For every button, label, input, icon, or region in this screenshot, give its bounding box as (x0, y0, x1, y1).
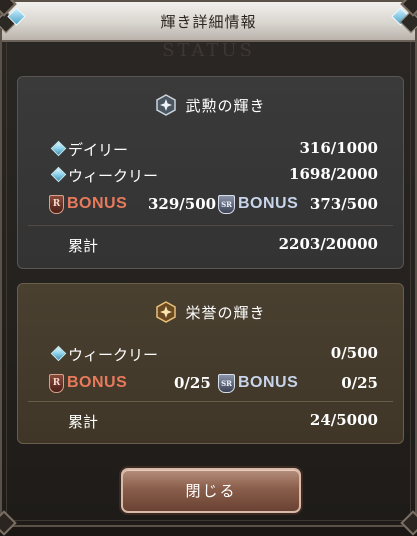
r-shield-icon: R (49, 194, 64, 214)
honor-bonus-r-badge: R BONUS (49, 372, 127, 394)
honor-panel: 栄誉の輝き ウィークリー 0/500 R BONUS 0/25 SR BONUS… (17, 283, 404, 444)
honor-weekly-label: ウィークリー (68, 346, 159, 364)
dialog-title: 輝き詳細情報 (160, 13, 257, 31)
close-button[interactable]: 閉じる (121, 468, 301, 513)
valor-daily-row: デイリー 316/1000 (18, 137, 403, 159)
honor-panel-title: 栄誉の輝き (185, 303, 266, 322)
gold-hexagon-star-icon (156, 301, 177, 323)
valor-bonus-r-label: BONUS (67, 195, 128, 212)
valor-bonus-sr-label: BONUS (238, 195, 299, 212)
honor-total-value: 24/5000 (309, 411, 378, 429)
honor-bonus-r-value: 0/25 (174, 374, 211, 392)
bottom-left-corner-ornament (0, 510, 17, 536)
honor-bonus-sr-value: 0/25 (341, 374, 378, 392)
valor-bonus-row: R BONUS 329/500 SR BONUS 373/500 (18, 193, 403, 215)
valor-total-label: 累計 (68, 237, 99, 255)
valor-weekly-value: 1698/2000 (289, 165, 378, 183)
valor-panel: 武勲の輝き デイリー 316/1000 ウィークリー 1698/2000 R B… (17, 76, 404, 269)
valor-panel-title: 武勲の輝き (185, 96, 266, 115)
status-watermark: STATUS (162, 40, 255, 61)
valor-weekly-row: ウィークリー 1698/2000 (18, 163, 403, 185)
valor-divider (28, 225, 393, 226)
bottom-right-corner-ornament (400, 510, 417, 536)
valor-panel-header: 武勲の輝き (18, 91, 403, 119)
valor-bonus-r-value: 329/500 (148, 195, 217, 213)
honor-divider (28, 401, 393, 402)
diamond-icon (50, 345, 67, 362)
honor-total-label: 累計 (68, 413, 99, 431)
honor-bonus-r-label: BONUS (67, 374, 128, 391)
valor-bonus-sr-value: 373/500 (309, 195, 378, 213)
valor-bonus-sr-badge: SR BONUS (218, 193, 298, 215)
valor-daily-value: 316/1000 (299, 139, 378, 157)
honor-bonus-row: R BONUS 0/25 SR BONUS 0/25 (18, 372, 403, 394)
honor-weekly-row: ウィークリー 0/500 (18, 342, 403, 364)
valor-daily-label: デイリー (68, 141, 129, 159)
honor-bonus-sr-label: BONUS (238, 374, 299, 391)
honor-total-row: 累計 24/5000 (18, 409, 403, 431)
honor-bonus-sr-badge: SR BONUS (218, 372, 298, 394)
valor-total-value: 2203/20000 (278, 235, 378, 253)
shine-details-dialog: 輝き詳細情報 STATUS 武勲の輝き デイリー 316/1000 ウィークリー… (0, 0, 417, 536)
dialog-titlebar: 輝き詳細情報 (0, 2, 417, 42)
close-button-label: 閉じる (185, 482, 237, 500)
silver-hexagon-star-icon (156, 94, 177, 116)
valor-bonus-r-badge: R BONUS (49, 193, 127, 215)
sr-shield-icon: SR (218, 373, 235, 393)
diamond-icon (50, 140, 67, 157)
diamond-icon (50, 166, 67, 183)
r-shield-icon: R (49, 373, 64, 393)
sr-shield-icon: SR (218, 194, 235, 214)
valor-weekly-label: ウィークリー (68, 167, 159, 185)
valor-total-row: 累計 2203/20000 (18, 233, 403, 255)
honor-weekly-value: 0/500 (330, 344, 378, 362)
honor-panel-header: 栄誉の輝き (18, 298, 403, 326)
